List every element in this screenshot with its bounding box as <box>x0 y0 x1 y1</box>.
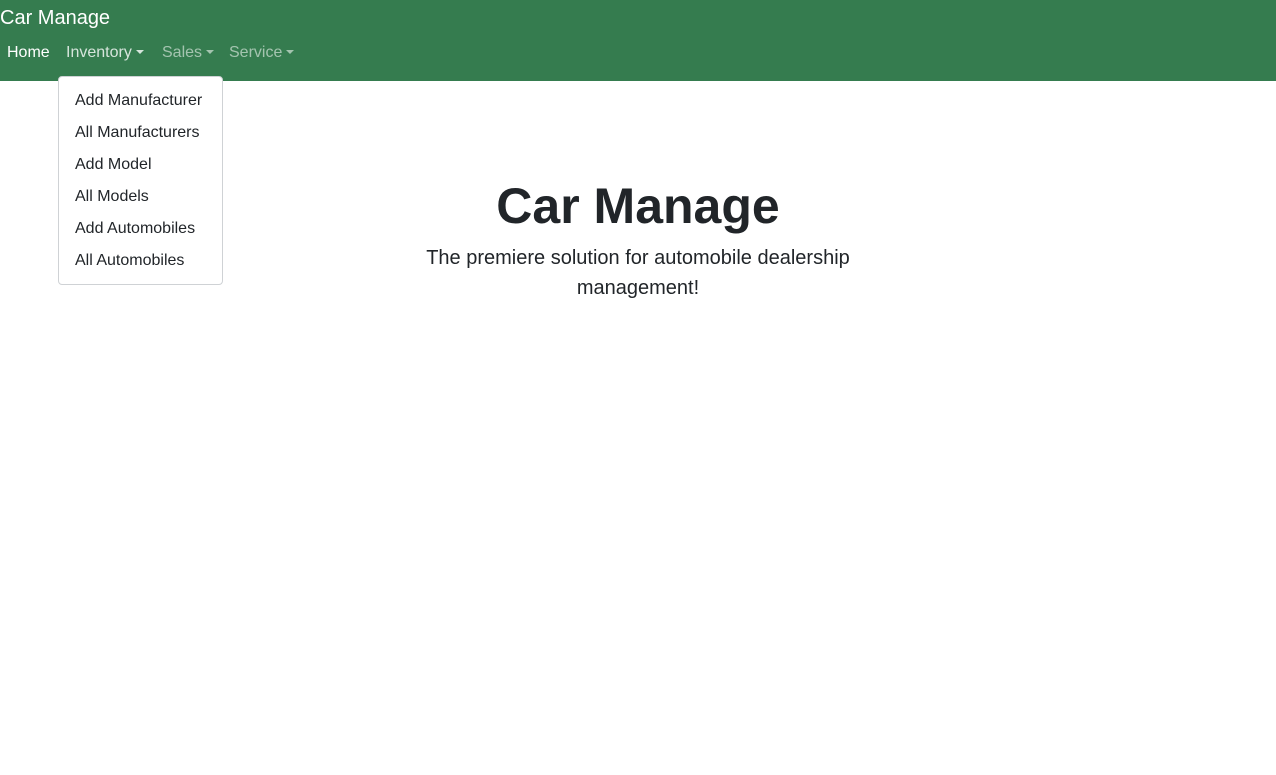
hero-lead-text: The premiere solution for automobile dea… <box>426 247 850 299</box>
caret-down-icon <box>135 50 144 54</box>
page-title: Car Manage <box>496 178 780 234</box>
nav-item-sales[interactable]: Sales <box>162 42 215 64</box>
nav-item-inventory[interactable]: Inventory <box>66 42 144 64</box>
dropdown-item-all-manufacturers[interactable]: All Manufacturers <box>59 117 222 149</box>
nav-item-label: Inventory <box>66 44 132 61</box>
navbar-brand[interactable]: Car Manage <box>0 6 110 30</box>
navbar: Car Manage Home Inventory Sales Service <box>0 0 1276 81</box>
nav-item-label: Home <box>7 44 50 61</box>
nav-item-service[interactable]: Service <box>229 42 295 64</box>
nav-item-label: Service <box>229 44 283 61</box>
nav-item-label: Sales <box>162 44 203 61</box>
dropdown-item-add-manufacturer[interactable]: Add Manufacturer <box>59 85 222 117</box>
dropdown-item-all-automobiles[interactable]: All Automobiles <box>59 245 222 277</box>
caret-down-icon <box>286 50 295 54</box>
nav-item-home[interactable]: Home <box>7 42 50 64</box>
caret-down-icon <box>206 50 215 54</box>
